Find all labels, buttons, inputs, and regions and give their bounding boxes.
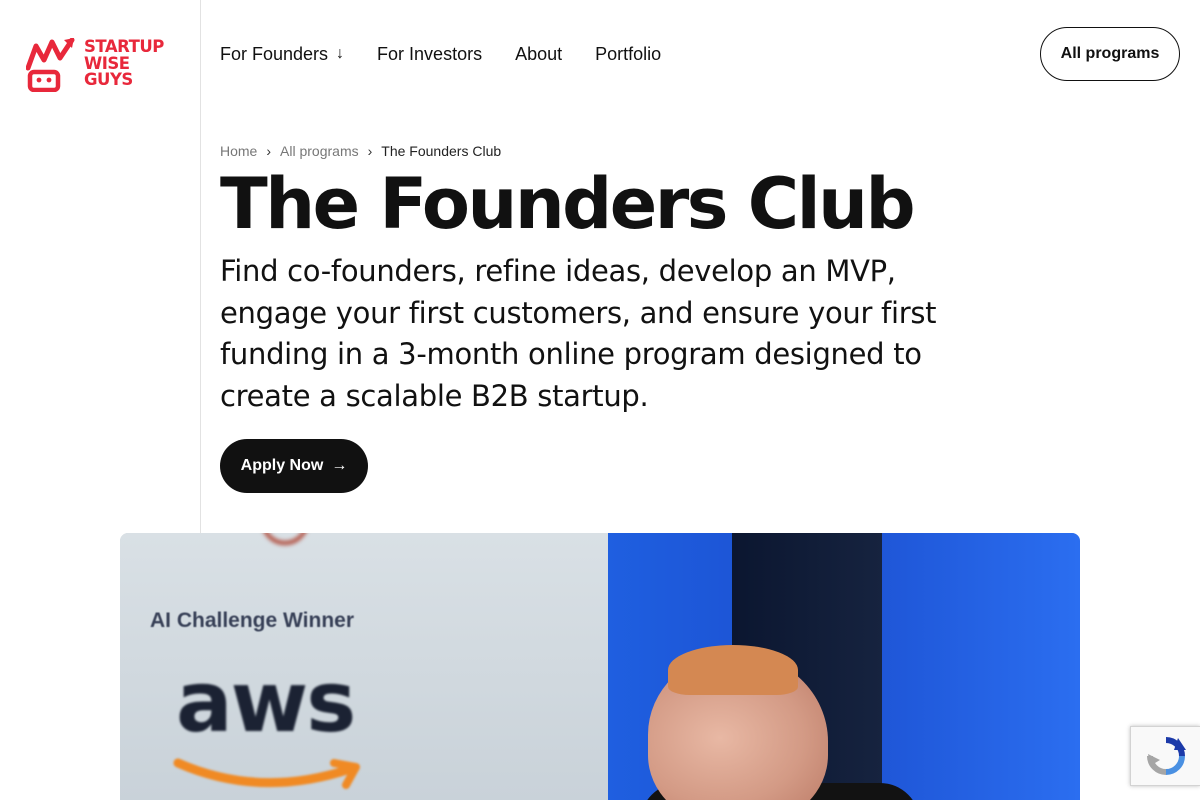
- brand-logo-icon: [26, 38, 75, 92]
- speaker-hair: [668, 645, 798, 695]
- breadcrumb-home[interactable]: Home: [220, 143, 257, 159]
- nav-item-for-founders[interactable]: For Founders ↓: [220, 42, 344, 66]
- brand-line: GUYS: [84, 70, 133, 89]
- brand-logo[interactable]: STARTUP WISE GUYS: [26, 38, 191, 93]
- brand-wordmark: STARTUP WISE GUYS: [84, 38, 164, 89]
- sidebar-divider: [200, 0, 201, 533]
- recaptcha-icon: [1146, 737, 1186, 775]
- hero-photo: AI Challenge Winner aws: [120, 533, 1080, 800]
- aws-smile-icon: [173, 758, 360, 789]
- breadcrumb-all-programs[interactable]: All programs: [280, 143, 359, 159]
- nav-item-label: About: [515, 43, 563, 64]
- apply-now-button[interactable]: Apply Now →: [220, 439, 368, 493]
- page-title: The Founders Club: [220, 163, 916, 245]
- nav-item-for-investors[interactable]: For Investors: [377, 42, 482, 66]
- nav-item-portfolio[interactable]: Portfolio: [595, 42, 661, 66]
- recaptcha-badge[interactable]: [1130, 726, 1200, 786]
- photo-caption: AI Challenge Winner: [150, 609, 355, 632]
- aws-logo: aws: [176, 653, 356, 751]
- nav-item-label: Portfolio: [595, 43, 662, 64]
- main-nav: For Founders ↓ For Investors About Portf…: [220, 42, 694, 66]
- event-logo-blurred: [264, 533, 306, 545]
- apply-now-label: Apply Now: [240, 457, 324, 474]
- breadcrumb-separator: ›: [367, 143, 373, 159]
- arrow-right-icon: →: [331, 457, 348, 474]
- nav-item-label: For Founders: [220, 43, 329, 64]
- breadcrumb-separator: ›: [266, 143, 272, 159]
- program-description: Find co-founders, refine ideas, develop …: [220, 254, 937, 413]
- nav-item-label: For Investors: [377, 43, 483, 64]
- nav-item-about[interactable]: About: [515, 42, 562, 66]
- arrow-down-icon: ↓: [336, 45, 345, 62]
- breadcrumb: Home › All programs › The Founders Club: [220, 143, 501, 159]
- breadcrumb-current: The Founders Club: [381, 143, 502, 159]
- all-programs-button[interactable]: All programs: [1040, 27, 1180, 81]
